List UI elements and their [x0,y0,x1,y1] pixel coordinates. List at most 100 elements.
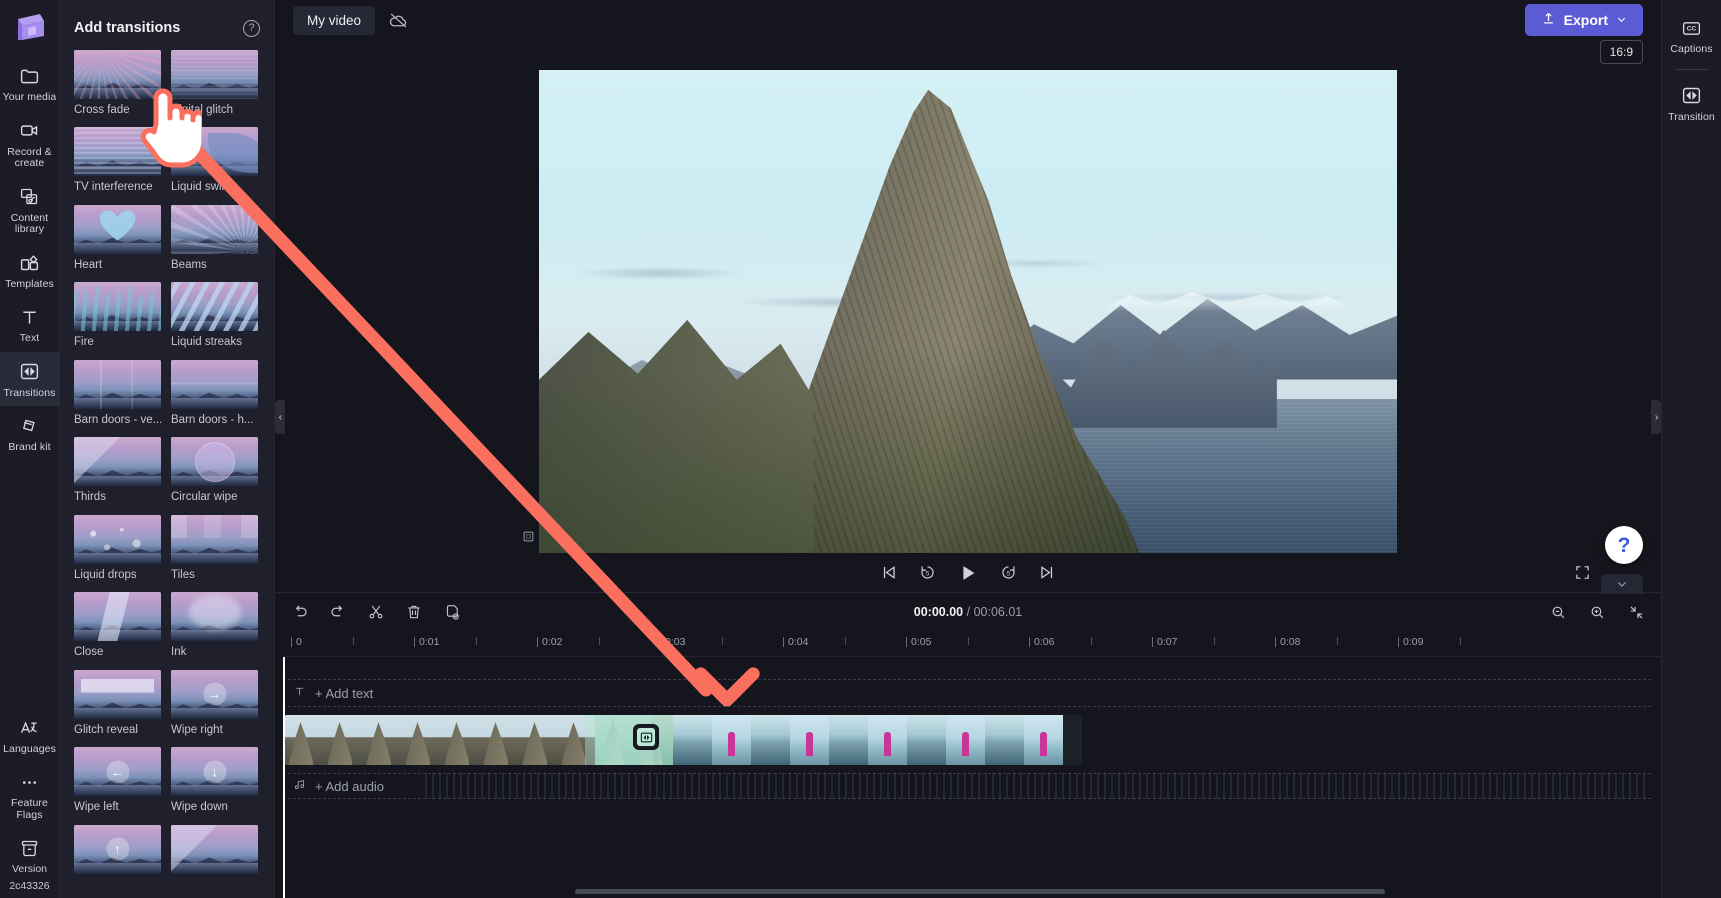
clip-thumbnail-frame [751,715,790,766]
collapse-right-panel-button[interactable] [1651,400,1661,434]
ruler-tick-minor [967,637,969,646]
ruler-tick-major [1029,637,1030,648]
transition-card[interactable]: Liquid swirl [171,127,260,196]
right-item-transition[interactable]: Transition [1662,76,1721,131]
sidebar-item-feature-flags[interactable]: Feature Flags [0,762,60,828]
add-audio-track[interactable]: + Add audio [283,773,1651,800]
transition-card[interactable]: Thirds [74,437,163,506]
transition-name: Barn doors - ve... [74,413,163,426]
svg-text:5: 5 [926,571,930,578]
templates-icon [19,252,41,274]
transition-name: Liquid swirl [171,181,228,194]
ruler-label: 0:01 [419,636,440,649]
question-mark-icon[interactable]: ? [243,19,260,37]
sidebar-item-label: Text [19,332,40,344]
transition-card[interactable]: Fire [74,282,163,351]
transition-card[interactable]: Liquid streaks [171,282,260,351]
transition-thumbnail [74,514,161,564]
transition-thumbnail: ↓ [171,747,258,797]
transition-name: Close [74,646,104,659]
fullscreen-icon[interactable] [1574,564,1591,581]
skip-previous-icon[interactable] [879,563,898,582]
help-fab-button[interactable]: ? [1605,526,1643,564]
ruler-tick-major [783,637,784,648]
direction-arrow-icon: → [203,682,226,706]
transition-card[interactable]: Heart [74,204,163,274]
preview-stage [275,64,1661,554]
current-time: 00:00.00 [913,605,964,620]
scissors-icon[interactable] [367,603,385,621]
sidebar-item-text[interactable]: Text [0,297,60,352]
duplicate-icon[interactable] [443,603,461,621]
ruler-label: 0 [296,636,302,649]
text-icon [19,306,41,328]
right-sidebar: CC Captions Transition [1661,0,1721,898]
transition-name: Circular wipe [171,491,238,504]
ruler-label: 0:08 [1280,636,1301,649]
timeline-ruler[interactable]: 0 0:01 0:02 0:03 0:04 0:05 0:06 0:07 0:08 0:09 [283,631,1661,658]
transition-card[interactable]: Liquid drops [74,514,163,584]
right-item-captions[interactable]: CC Captions [1662,8,1721,63]
ruler-tick-minor [1090,637,1092,646]
transition-card[interactable]: Close [74,592,163,661]
transition-card[interactable]: Barn doors - h... [171,359,260,429]
sidebar-item-templates[interactable]: Templates [0,243,60,298]
sidebar-item-languages[interactable]: Languages [0,708,60,763]
skip-next-icon[interactable] [1038,563,1057,582]
transition-marker-button[interactable] [635,726,657,749]
collapse-left-panel-button[interactable] [275,400,285,434]
sidebar-item-transitions[interactable]: Transitions [0,351,60,406]
clip-thumbnail-frame [595,715,634,766]
time-display: 00:00.00 / 00:06.01 [914,605,1022,619]
add-text-track[interactable]: + Add text [283,679,1651,708]
transition-card[interactable]: ↓ Wipe down [171,747,260,816]
transition-card[interactable]: Tiles [171,514,260,584]
transition-card[interactable] [171,824,260,881]
transition-card[interactable]: TV interference [74,127,163,196]
transition-name: Beams [171,258,207,271]
ruler-tick-minor [721,637,723,646]
zoom-out-icon[interactable] [1550,604,1567,621]
trash-icon[interactable] [405,603,423,621]
crop-icon[interactable] [521,529,536,549]
undo-icon[interactable] [291,603,309,621]
video-preview[interactable] [539,70,1397,554]
play-button[interactable] [957,562,979,584]
sidebar-item-record-create[interactable]: Record & create [0,111,60,177]
sidebar-item-your-media[interactable]: Your media [0,56,60,111]
transition-card[interactable]: Ink [171,592,260,661]
sidebar-item-brand-kit[interactable]: Brand kit [0,406,60,461]
forward-5-icon[interactable]: 5 [999,563,1018,582]
video-clip[interactable] [283,715,1082,766]
transition-card[interactable]: Cross fade [74,50,163,119]
zoom-in-icon[interactable] [1589,604,1606,621]
fit-to-screen-icon[interactable] [1628,604,1645,621]
transition-card[interactable]: Glitch reveal [74,669,163,739]
cloud-off-icon[interactable] [383,5,413,35]
clip-thumbnail-frame [1024,715,1063,766]
transition-card[interactable]: Digital glitch [171,50,260,119]
clip-thumbnail-frame [400,715,439,766]
project-name-button[interactable]: My video [293,5,376,35]
transition-card[interactable]: Circular wipe [171,437,260,506]
redo-icon[interactable] [329,603,347,621]
sidebar-item-content-library[interactable]: Content library [0,177,60,243]
clip-thumbnail-frame [283,715,322,766]
transition-card[interactable]: Beams [171,204,260,274]
rewind-5-icon[interactable]: 5 [918,563,937,582]
export-button[interactable]: Export [1524,4,1643,37]
help-tray-collapse[interactable] [1601,574,1643,594]
transition-card[interactable]: ↑ [74,824,163,881]
transition-thumbnail: ↑ [74,824,161,874]
transition-thumbnail [171,359,258,409]
playhead[interactable] [283,657,285,898]
transition-card[interactable]: Barn doors - ve... [74,359,163,429]
aspect-ratio-button[interactable]: 16:9 [1599,40,1643,65]
transition-name: Fire [74,336,94,349]
transition-thumbnail [171,282,258,332]
transition-card[interactable]: ← Wipe left [74,747,163,816]
sidebar-item-version[interactable]: Version 2c43326 [0,828,60,898]
sidebar-item-label: Templates [5,277,54,290]
transition-card[interactable]: → Wipe right [171,669,260,739]
timeline-horizontal-scrollbar[interactable] [575,889,1385,894]
